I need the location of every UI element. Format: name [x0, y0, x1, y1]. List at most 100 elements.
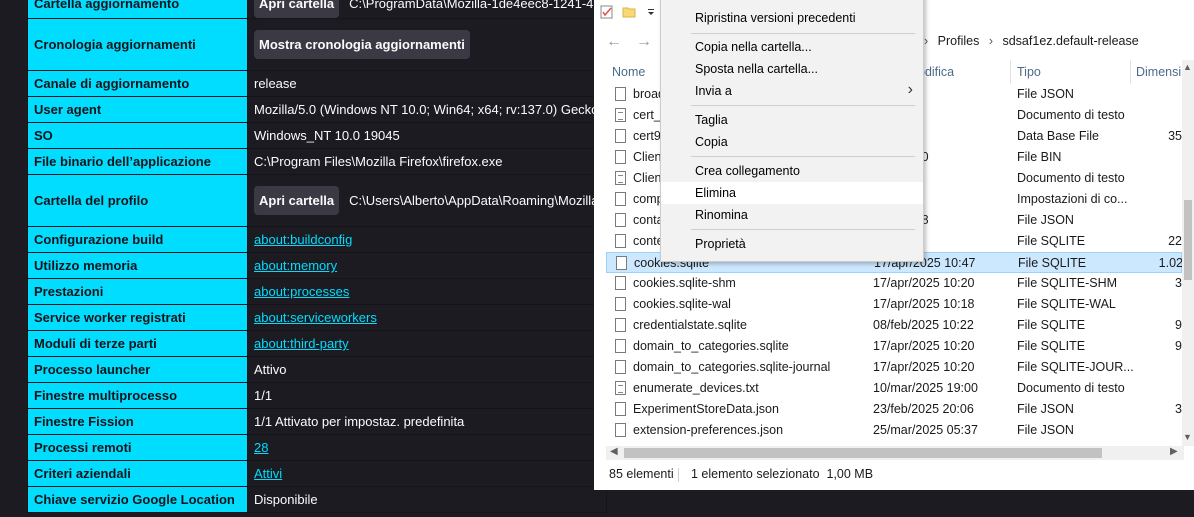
breadcrumb-profiles[interactable]: Profiles	[938, 34, 980, 48]
table-row: Chiave servizio Google Location Disponib…	[27, 486, 607, 513]
breadcrumb-separator-icon: ›	[924, 34, 929, 48]
file-icon	[615, 297, 626, 311]
file-row[interactable]: cookies.sqlite-wal 17/apr/2025 10:18 File …	[606, 294, 1182, 315]
file-size: 1.02	[1158, 256, 1183, 270]
table-row: Cronologia aggiornamenti Mostra cronolog…	[27, 18, 607, 71]
file-size: 3	[1175, 402, 1182, 416]
file-name: ExperimentStoreData.json	[633, 402, 779, 416]
file-row[interactable]: domain_to_categories.sqlite 17/apr/2025 1…	[606, 336, 1182, 357]
serviceworkers-link[interactable]: about:serviceworkers	[254, 310, 377, 325]
file-icon	[615, 360, 626, 374]
column-size[interactable]: Dimensi	[1136, 65, 1181, 79]
folder-icon[interactable]	[622, 5, 636, 19]
text-file-icon	[615, 108, 626, 122]
file-row[interactable]: credentialstate.sqlite 08/feb/2025 10:22 F…	[606, 315, 1182, 336]
menu-item-copy[interactable]: Copia	[661, 131, 923, 153]
breadcrumb-current-folder[interactable]: sdsaf1ez.default-release	[1002, 34, 1138, 48]
row-value: Mozilla/5.0 (Windows NT 10.0; Win64; x64…	[247, 96, 607, 123]
row-label: Configurazione build	[27, 226, 248, 253]
file-row[interactable]: ExperimentStoreData.json 23/feb/2025 20:0…	[606, 399, 1182, 420]
menu-item-send-to[interactable]: Invia a ›	[661, 80, 923, 102]
file-name: credentialstate.sqlite	[633, 318, 747, 332]
menu-separator	[691, 33, 915, 34]
menu-item-create-shortcut[interactable]: Crea collegamento	[661, 160, 923, 182]
buildconfig-link[interactable]: about:buildconfig	[254, 232, 352, 247]
row-value: Attivo	[247, 356, 607, 383]
menu-item-label: Elimina	[695, 186, 736, 200]
row-label: Finestre Fission	[27, 408, 248, 435]
file-type: File SQLITE-WAL	[1017, 297, 1116, 311]
database-file-icon	[615, 129, 626, 143]
column-type[interactable]: Tipo	[1017, 65, 1041, 79]
policies-link[interactable]: Attivi	[254, 466, 282, 481]
application-basics-table: Cartella aggiornamento Apri cartella C:\P…	[27, 0, 607, 513]
file-icon	[615, 339, 626, 353]
file-row[interactable]: cookies.sqlite-shm 17/apr/2025 10:20 File …	[606, 273, 1182, 294]
memory-link[interactable]: about:memory	[254, 258, 337, 273]
table-row: File binario dell’applicazione C:\Progra…	[27, 148, 607, 175]
table-row: Processo launcher Attivo	[27, 356, 607, 383]
row-label: Chiave servizio Google Location	[27, 486, 248, 513]
table-row: Cartella aggiornamento Apri cartella C:\P…	[27, 0, 607, 19]
processes-link[interactable]: about:processes	[254, 284, 349, 299]
file-type: File SQLITE	[1017, 318, 1086, 332]
column-name[interactable]: Nome	[612, 65, 645, 79]
file-row[interactable]: domain_to_categories.sqlite-journal 17/ap…	[606, 357, 1182, 378]
scrollbar-thumb[interactable]	[624, 448, 1102, 458]
third-party-link[interactable]: about:third-party	[254, 336, 349, 351]
dropdown-arrow-icon[interactable]	[646, 5, 656, 19]
properties-icon[interactable]	[600, 5, 614, 19]
scrollbar-thumb[interactable]	[1184, 200, 1192, 280]
row-label: Cartella del profilo	[27, 174, 248, 227]
row-label: Cartella aggiornamento	[27, 0, 248, 19]
text-file-icon	[615, 171, 626, 185]
row-label: File binario dell’applicazione	[27, 148, 248, 175]
file-size: 9	[1175, 318, 1182, 332]
open-profile-folder-button[interactable]: Apri cartella	[254, 186, 340, 215]
file-icon	[615, 87, 626, 101]
column-separator[interactable]	[1010, 60, 1011, 84]
table-row: Cartella del profilo Apri cartella C:\Use…	[27, 174, 607, 227]
menu-item-move-to-folder[interactable]: Sposta nella cartella...	[661, 58, 923, 80]
remote-processes-link[interactable]: 28	[254, 440, 268, 455]
vertical-scrollbar[interactable]: ▲ ▼	[1182, 60, 1194, 446]
scroll-down-icon[interactable]: ▼	[1183, 432, 1192, 442]
file-name: enumerate_devices.txt	[633, 381, 759, 395]
file-type: File SQLITE-SHM	[1017, 276, 1118, 290]
show-update-history-button[interactable]: Mostra cronologia aggiornamenti	[254, 30, 470, 59]
menu-item-label: Copia	[695, 135, 728, 149]
file-size: 9	[1175, 339, 1182, 353]
column-separator[interactable]	[1130, 60, 1131, 84]
menu-item-properties[interactable]: Proprietà	[661, 233, 923, 255]
scroll-up-icon[interactable]: ▲	[1183, 62, 1192, 72]
breadcrumb: › Profiles › sdsaf1ez.default-release	[924, 34, 1145, 48]
status-divider	[678, 468, 679, 482]
left-margin	[0, 0, 27, 517]
selection-info: 1 elemento selezionato 1,00 MB	[691, 467, 874, 481]
back-arrow-icon[interactable]: ←	[606, 33, 622, 51]
file-type: Documento di testo	[1017, 171, 1125, 185]
table-row: Criteri aziendali Attivi	[27, 460, 607, 487]
forward-arrow-icon[interactable]: →	[636, 33, 652, 51]
file-type: File SQLITE	[1017, 234, 1086, 248]
horizontal-scrollbar[interactable]: ◀ ▶	[606, 446, 1184, 460]
file-row[interactable]: enumerate_devices.txt 10/mar/2025 19:00 Do…	[606, 378, 1182, 399]
menu-item-rename[interactable]: Rinomina	[661, 204, 923, 226]
row-label: Service worker registrati	[27, 304, 248, 331]
open-folder-button[interactable]: Apri cartella	[254, 0, 340, 18]
scroll-right-icon[interactable]: ▶	[1170, 446, 1178, 457]
file-row[interactable]: extension-preferences.json 25/mar/2025 05…	[606, 420, 1182, 441]
row-label: Prestazioni	[27, 278, 248, 305]
menu-item-delete[interactable]: Elimina	[661, 182, 923, 204]
file-name: cookies.sqlite-wal	[633, 297, 731, 311]
menu-item-cut[interactable]: Taglia	[661, 109, 923, 131]
context-menu: Ripristina versioni precedenti Copia nel…	[660, 0, 924, 262]
file-type: File BIN	[1017, 150, 1062, 164]
menu-separator	[691, 105, 915, 106]
menu-item-restore-versions[interactable]: Ripristina versioni precedenti	[661, 7, 923, 29]
row-value: C:\Users\Alberto\AppData\Roaming\Mozilla…	[349, 193, 607, 208]
file-type: Documento di testo	[1017, 381, 1125, 395]
menu-item-copy-to-folder[interactable]: Copia nella cartella...	[661, 36, 923, 58]
scroll-left-icon[interactable]: ◀	[610, 446, 618, 457]
file-name: extension-preferences.json	[633, 423, 784, 437]
